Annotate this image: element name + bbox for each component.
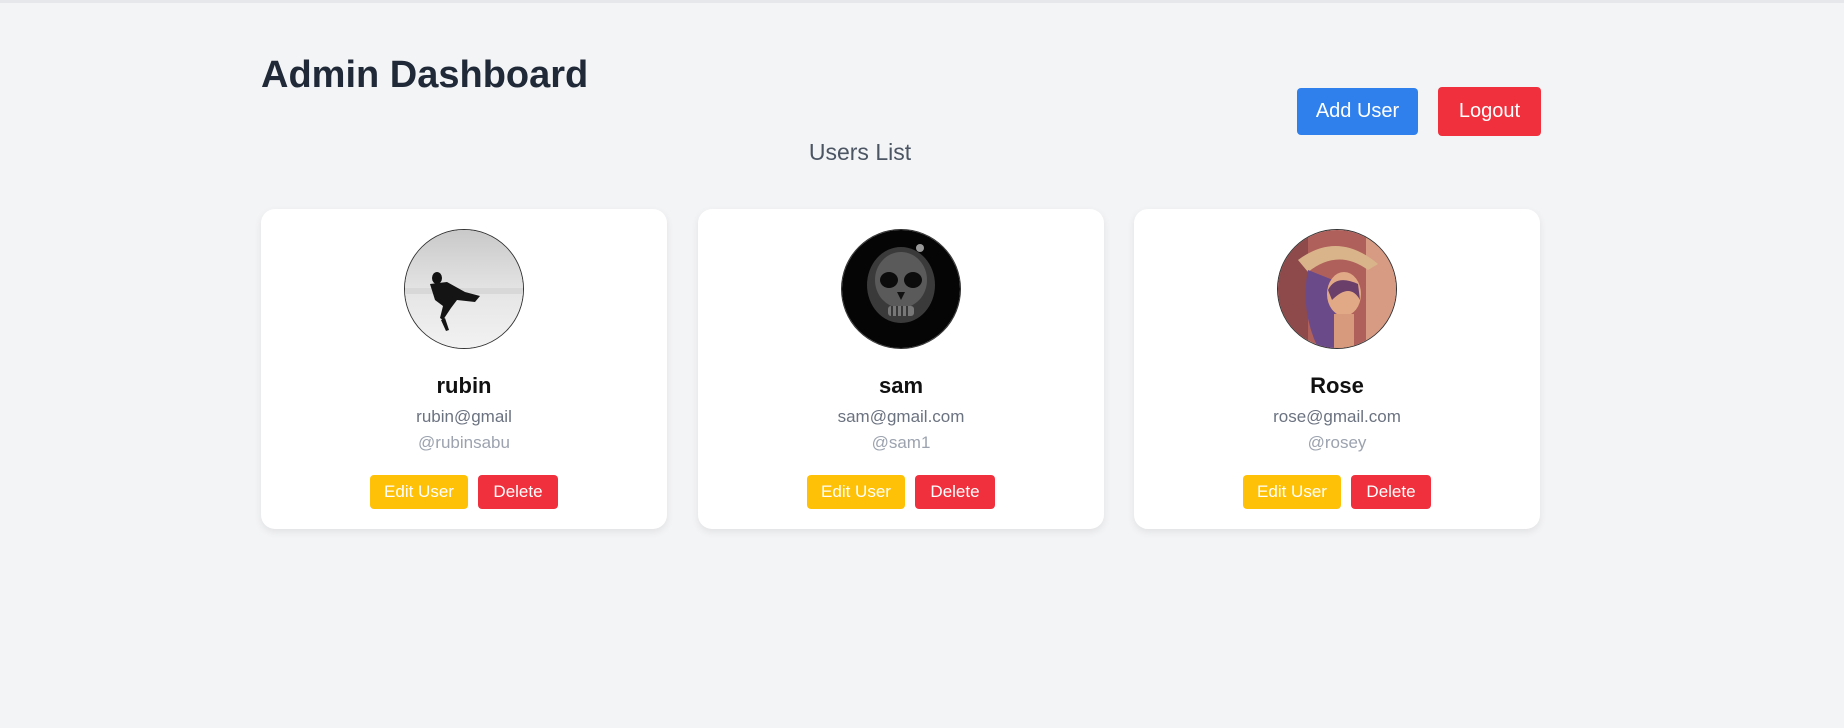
users-list-title: Users List xyxy=(808,139,912,165)
card-actions: Edit User Delete xyxy=(1134,475,1540,509)
user-name: sam xyxy=(878,373,924,398)
user-email: rose@gmail.com xyxy=(1273,407,1401,426)
user-username: @rubinsabu xyxy=(418,433,510,452)
avatar xyxy=(404,229,524,349)
page-title: Admin Dashboard xyxy=(261,54,589,96)
user-card: Rose rose@gmail.com @rosey Edit User Del… xyxy=(1134,209,1540,529)
user-card: rubin rubin@gmail @rubinsabu Edit User D… xyxy=(261,209,667,529)
card-actions: Edit User Delete xyxy=(261,475,667,509)
delete-user-button[interactable]: Delete xyxy=(478,475,558,509)
add-user-button[interactable]: Add User xyxy=(1297,88,1418,135)
card-actions: Edit User Delete xyxy=(698,475,1104,509)
user-username: @sam1 xyxy=(871,433,931,452)
portrait-photo-icon xyxy=(1278,230,1396,348)
user-email: sam@gmail.com xyxy=(837,407,965,426)
delete-user-button[interactable]: Delete xyxy=(1351,475,1431,509)
skull-photo-icon xyxy=(842,230,960,348)
user-card: sam sam@gmail.com @sam1 Edit User Delete xyxy=(698,209,1104,529)
avatar xyxy=(841,229,961,349)
edit-user-button[interactable]: Edit User xyxy=(807,475,905,509)
user-username: @rosey xyxy=(1307,433,1367,452)
person-photo-icon xyxy=(405,230,523,348)
delete-user-button[interactable]: Delete xyxy=(915,475,995,509)
avatar xyxy=(1277,229,1397,349)
user-email: rubin@gmail xyxy=(416,407,512,426)
edit-user-button[interactable]: Edit User xyxy=(370,475,468,509)
logout-button[interactable]: Logout xyxy=(1438,87,1541,136)
top-divider xyxy=(0,0,1844,3)
user-name: Rose xyxy=(1310,373,1364,398)
user-name: rubin xyxy=(436,373,492,398)
edit-user-button[interactable]: Edit User xyxy=(1243,475,1341,509)
